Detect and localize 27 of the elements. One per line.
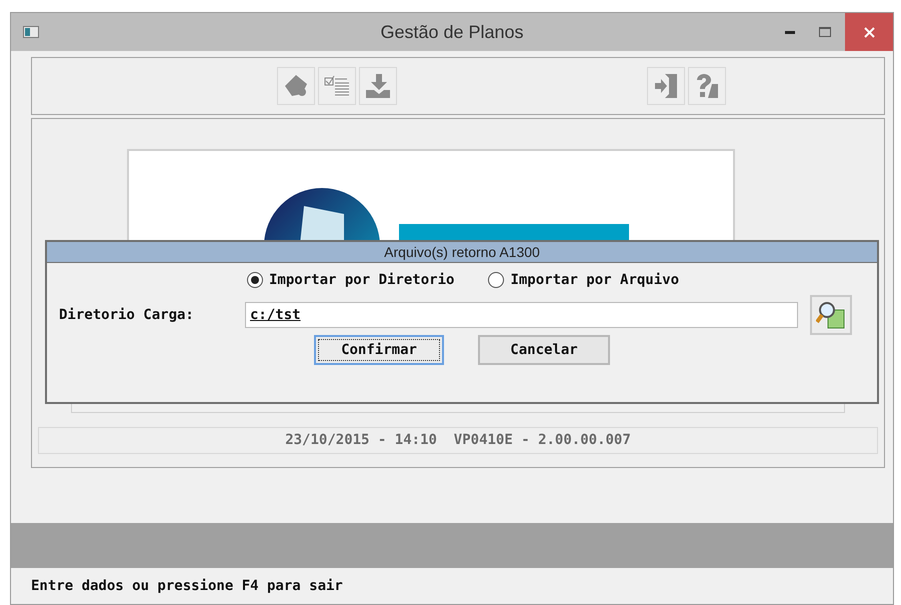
radio-button[interactable] <box>488 272 504 288</box>
toolbar-button[interactable] <box>277 67 315 105</box>
download-icon <box>364 72 392 100</box>
maximize-icon <box>819 27 831 37</box>
dialog-button[interactable]: Cancelar <box>478 335 610 365</box>
dialog-button[interactable]: Confirmar <box>314 335 444 365</box>
toolbar-button[interactable] <box>359 67 397 105</box>
close-button[interactable] <box>845 13 893 51</box>
version-info: 23/10/2015 - 14:10 VP0410E - 2.00.00.007 <box>38 427 878 454</box>
toolbar-button[interactable] <box>647 67 685 105</box>
toolbar-button[interactable] <box>318 67 356 105</box>
app-icon <box>23 26 39 38</box>
radio-button[interactable] <box>247 272 263 288</box>
window-title: Gestão de Planos <box>380 20 524 44</box>
minimize-icon <box>785 30 795 34</box>
help-icon <box>694 72 720 100</box>
status-message: Entre dados ou pressione F4 para sair <box>31 576 343 596</box>
field-label: Diretorio Carga: <box>59 306 195 324</box>
browse-button[interactable] <box>810 295 852 335</box>
search-icon <box>816 300 846 330</box>
toolbar-button[interactable] <box>688 67 726 105</box>
radio-label[interactable]: Importar por Diretorio <box>269 270 454 290</box>
exit-door-icon <box>653 72 679 100</box>
dialog-title: Arquivo(s) retorno A1300 <box>47 242 877 263</box>
close-icon <box>864 26 874 38</box>
radio-label[interactable]: Importar por Arquivo <box>510 270 680 290</box>
directory-field[interactable]: c:/tst <box>245 302 798 328</box>
